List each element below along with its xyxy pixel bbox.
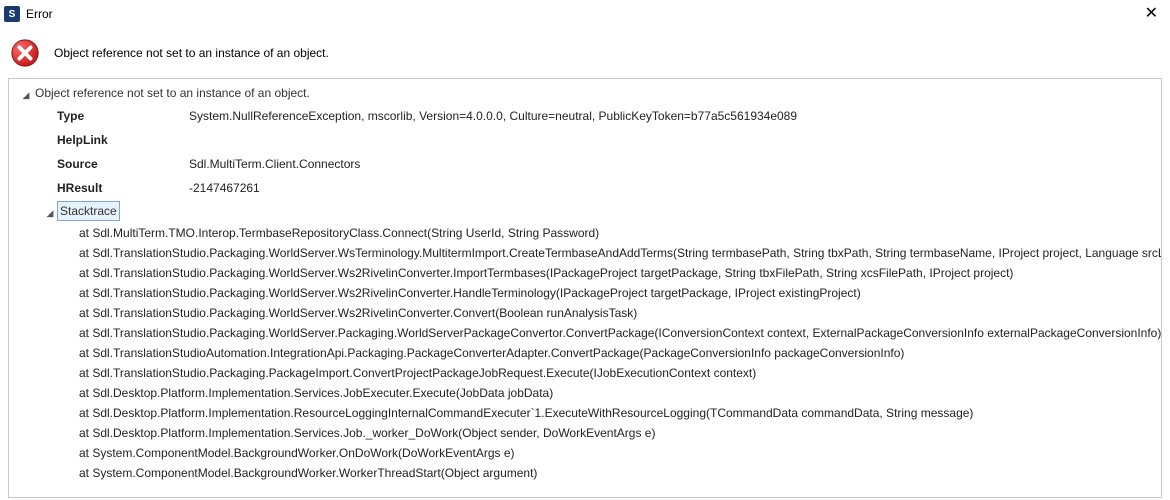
stacktrace-line: at System.ComponentModel.BackgroundWorke…: [79, 463, 1157, 483]
helplink-label: HelpLink: [57, 129, 189, 153]
error-header: Object reference not set to an instance …: [0, 28, 1170, 78]
details-panel: ◢ Object reference not set to an instanc…: [8, 78, 1162, 498]
property-row-helplink: ◢ HelpLink: [13, 129, 1157, 153]
property-row-source: ◢ Source Sdl.MultiTerm.Client.Connectors: [13, 153, 1157, 177]
property-row-hresult: ◢ HResult -2147467261: [13, 177, 1157, 201]
stacktrace-line: at Sdl.Desktop.Platform.Implementation.S…: [79, 423, 1157, 443]
app-icon: S: [4, 6, 20, 22]
stacktrace-lines: at Sdl.MultiTerm.TMO.Interop.TermbaseRep…: [13, 223, 1157, 483]
error-icon: [10, 38, 40, 68]
close-icon[interactable]: ✕: [1139, 4, 1164, 24]
stacktrace-line: at Sdl.TranslationStudio.Packaging.World…: [79, 323, 1157, 343]
hresult-value: -2147467261: [189, 177, 1157, 201]
stacktrace-line: at Sdl.TranslationStudio.Packaging.World…: [79, 263, 1157, 283]
stacktrace-line: at Sdl.Desktop.Platform.Implementation.S…: [79, 383, 1157, 403]
stacktrace-line: at Sdl.TranslationStudio.Packaging.World…: [79, 283, 1157, 303]
stacktrace-line: at Sdl.TranslationStudioAutomation.Integ…: [79, 343, 1157, 363]
tree-root-label: Object reference not set to an instance …: [33, 83, 312, 103]
tree-stacktrace[interactable]: ◢ Stacktrace: [13, 201, 1157, 223]
stacktrace-label: Stacktrace: [57, 201, 120, 221]
tree-root[interactable]: ◢ Object reference not set to an instanc…: [13, 83, 1157, 105]
stacktrace-line: at Sdl.TranslationStudio.Packaging.World…: [79, 243, 1157, 263]
source-label: Source: [57, 153, 189, 177]
window-title: Error: [26, 7, 53, 21]
collapse-icon[interactable]: ◢: [19, 83, 33, 105]
stacktrace-line: at Sdl.TranslationStudio.Packaging.Packa…: [79, 363, 1157, 383]
titlebar-left: S Error: [4, 6, 53, 22]
source-value: Sdl.MultiTerm.Client.Connectors: [189, 153, 1157, 177]
type-label: Type: [57, 105, 189, 129]
titlebar: S Error ✕: [0, 0, 1170, 28]
stacktrace-line: at Sdl.Desktop.Platform.Implementation.R…: [79, 403, 1157, 423]
collapse-icon[interactable]: ◢: [43, 201, 57, 223]
stacktrace-line: at Sdl.TranslationStudio.Packaging.World…: [79, 303, 1157, 323]
type-value: System.NullReferenceException, mscorlib,…: [189, 105, 1157, 129]
error-message: Object reference not set to an instance …: [54, 46, 329, 60]
stacktrace-line: at Sdl.MultiTerm.TMO.Interop.TermbaseRep…: [79, 223, 1157, 243]
helplink-value: [189, 129, 1157, 153]
property-row-type: ◢ Type System.NullReferenceException, ms…: [13, 105, 1157, 129]
stacktrace-line: at System.ComponentModel.BackgroundWorke…: [79, 443, 1157, 463]
hresult-label: HResult: [57, 177, 189, 201]
